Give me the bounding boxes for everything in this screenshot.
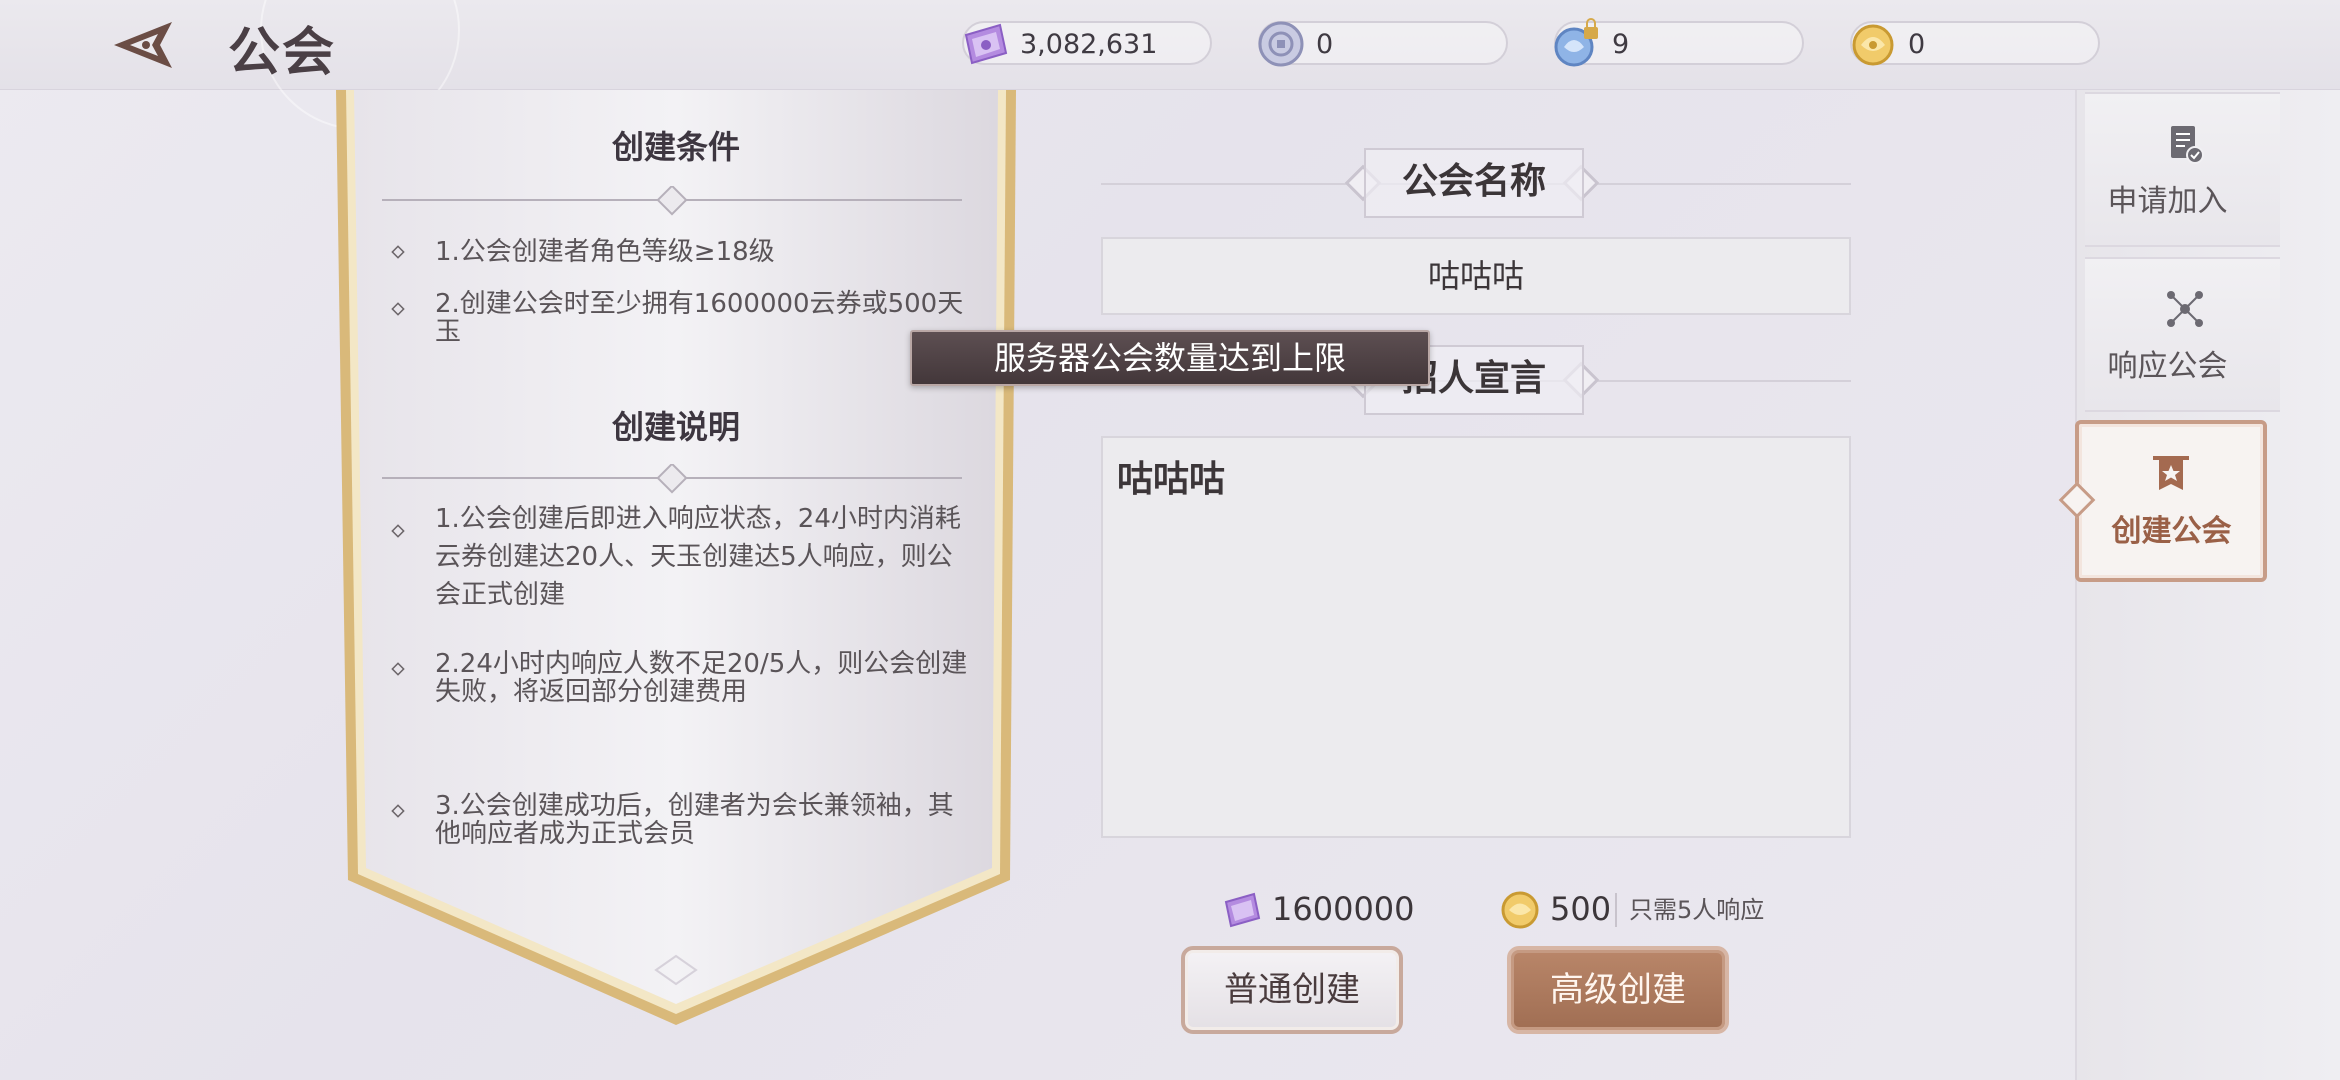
diamond-bullet-icon [391,524,405,538]
diamond-bullet-icon [391,302,405,316]
back-arrow-icon [114,22,172,68]
normal-cost: 1600000 [1220,888,1420,932]
guild-name-label: 公会名称 [1364,148,1584,218]
banner-star-icon [2153,456,2189,490]
section-divider [382,186,962,216]
conditions-title: 创建条件 [611,128,740,166]
currency-value: 0 [1908,29,1926,60]
cloud-ticket-icon [964,23,1008,65]
condition-item: 2.创建公会时至少拥有1600000云券或500天玉 [391,290,971,346]
note-item: 3.公会创建成功后，创建者为会长兼领袖，其他响应者成为正式会员 [391,792,971,848]
note-item: 2.24小时内响应人数不足20/5人，则公会创建失败，将返回部分创建费用 [391,650,971,706]
currency-gold-jade[interactable]: 0 [1850,21,2100,66]
toast-message: 服务器公会数量达到上限 [910,330,1430,386]
advanced-cost: 500 [1498,888,1613,932]
gold-jade-icon [1852,24,1894,66]
document-check-icon [2171,126,2204,164]
currency-jade-locked[interactable]: 9 [1554,18,1804,67]
top-bar: 公会 3,082,631 0 9 0 [0,0,2340,130]
currency-coin[interactable]: 0 [1258,21,1508,67]
cloud-ticket-icon [1224,892,1261,928]
currency-value: 9 [1612,29,1630,60]
tab-create-guild[interactable]: 创建公会 [2075,420,2267,582]
note-item: 1.公会创建后即进入响应状态，24小时内消耗云券创建达20人、天玉创建达5人响应… [391,500,971,614]
coin-icon [1258,21,1304,67]
diamond-bullet-icon [391,662,405,676]
advanced-create-button[interactable]: 高级创建 [1507,946,1729,1034]
currency-cloud-ticket[interactable]: 3,082,631 [962,21,1212,65]
tab-respond-guild[interactable]: 响应公会 [2085,257,2280,412]
back-button[interactable] [110,16,182,74]
slogan-textarea[interactable]: 咕咕咕 [1101,436,1851,838]
gold-jade-icon [1501,891,1539,929]
diamond-bullet-icon [391,804,405,818]
currency-value: 3,082,631 [1020,29,1158,60]
normal-create-button[interactable]: 普通创建 [1181,946,1403,1034]
tab-apply-join[interactable]: 申请加入 [2085,92,2280,247]
condition-item: 1.公会创建者角色等级≥18级 [391,233,971,271]
diamond-bullet-icon [391,245,405,259]
notes-title: 创建说明 [611,408,740,446]
network-icon [2167,291,2203,327]
guild-name-input[interactable]: 咕咕咕 [1101,237,1851,315]
advanced-note: 只需5人响应 [1615,893,1764,927]
currency-value: 0 [1316,29,1334,60]
guild-rules-banner: 创建条件 1.公会创建者角色等级≥18级 2.创建公会时至少拥有1600000云… [336,90,1016,1030]
section-divider [382,464,962,494]
jade-lock-icon [1554,18,1598,67]
page-title: 公会 [228,23,337,83]
